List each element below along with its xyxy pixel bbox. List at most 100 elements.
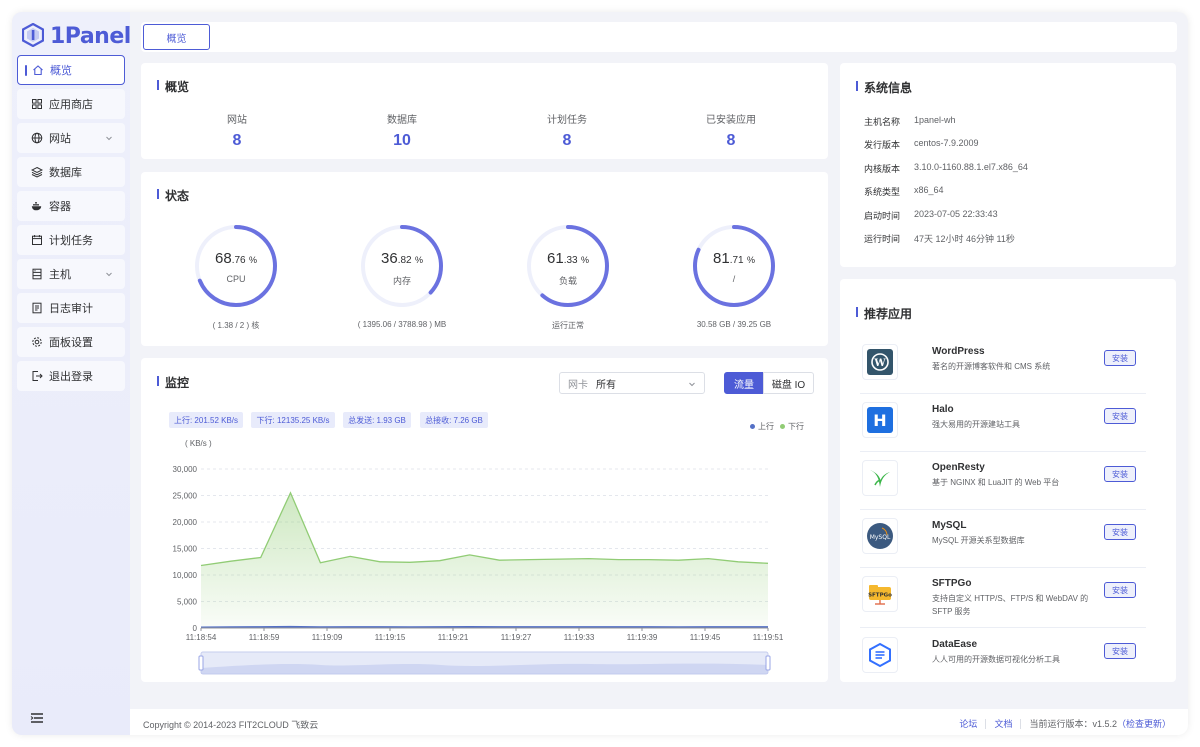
install-button[interactable]: 安装 (1104, 643, 1136, 659)
x-tick-label: 11:19:39 (627, 633, 658, 642)
log-icon (31, 302, 43, 314)
sidebar-item-label: 退出登录 (49, 371, 93, 383)
gauge-name: CPU (226, 274, 246, 284)
sysinfo-row-distro: 发行版本 centos-7.9.2009 (864, 138, 979, 151)
overview-installed-apps[interactable]: 已安装应用 8 (651, 111, 811, 150)
sidebar-item-cron[interactable]: 计划任务 (17, 225, 125, 255)
app-desc: 基于 NGINX 和 LuaJIT 的 Web 平台 (932, 478, 1060, 487)
sidebar-item-container[interactable]: 容器 (17, 191, 125, 221)
sftpgo-icon: SFTPGo (862, 576, 898, 612)
menu-collapse-icon[interactable] (30, 712, 44, 727)
logout-icon (31, 370, 43, 382)
sidebar-item-panel-settings[interactable]: 面板设置 (17, 327, 125, 357)
sidebar-item-label: 计划任务 (49, 235, 93, 247)
sysinfo-value: 47天 12小时 46分钟 11秒 (914, 234, 1015, 244)
install-button[interactable]: 安装 (1104, 524, 1136, 540)
sidebar-item-database[interactable]: 数据库 (17, 157, 125, 187)
app-name: DataEase (932, 639, 978, 650)
overview-label: 数据库 (387, 115, 417, 126)
sysinfo-value: 2023-07-05 22:33:43 (914, 209, 998, 219)
halo-icon: H (862, 402, 898, 438)
app-name: MySQL (932, 520, 967, 531)
install-button[interactable]: 安装 (1104, 582, 1136, 598)
app-wordpress[interactable]: W WordPress 著名的开源博客软件和 CMS 系统 安装 (860, 336, 1146, 394)
footer-divider (985, 718, 987, 729)
footer: Copyright © 2014-2023 FIT2CLOUD 飞致云 论坛 文… (130, 709, 1188, 735)
zoom-handle-left (198, 655, 204, 671)
sidebar-item-logout[interactable]: 退出登录 (17, 361, 125, 391)
overview-cron-jobs[interactable]: 计划任务 8 (487, 111, 647, 150)
gauge-value: 81.71 % (713, 250, 755, 267)
x-tick-label: 11:19:15 (375, 633, 406, 642)
x-tick-label: 11:19:45 (690, 633, 721, 642)
sysinfo-value: 1panel-wh (914, 115, 956, 125)
app-mysql[interactable]: MySQL MySQL MySQL 开源关系型数据库 安装 (860, 510, 1146, 568)
install-button[interactable]: 安装 (1104, 466, 1136, 482)
install-button[interactable]: 安装 (1104, 350, 1136, 366)
sysinfo-value: 3.10.0-1160.88.1.el7.x86_64 (914, 162, 1028, 172)
sidebar-item-overview[interactable]: 概览 (17, 55, 125, 85)
sysinfo-key: 内核版本 (864, 164, 901, 174)
app-openresty[interactable]: OpenResty 基于 NGINX 和 LuaJIT 的 Web 平台 安装 (860, 452, 1146, 510)
sysinfo-key: 发行版本 (864, 140, 901, 150)
forum-link[interactable]: 论坛 (959, 717, 977, 730)
overview-card: 概览 网站 8 数据库 10 计划任务 8 已安装应用 8 (141, 63, 828, 159)
svg-text:W: W (873, 358, 886, 369)
apps-card: 推荐应用 W WordPress 著名的开源博客软件和 CMS 系统 安装 H … (840, 279, 1176, 682)
install-button[interactable]: 安装 (1104, 408, 1136, 424)
gauge-detail: ( 1.38 / 2 ) 核 (212, 321, 260, 330)
overview-databases[interactable]: 数据库 10 (322, 111, 482, 150)
app-halo[interactable]: H Halo 强大易用的开源建站工具 安装 (860, 394, 1146, 452)
app-sftpgo[interactable]: SFTPGo SFTPGo 支持自定义 HTTP/S、FTP/S 和 WebDA… (860, 568, 1146, 628)
dataease-icon (862, 637, 898, 673)
series-line-upload (200, 625, 768, 628)
x-tick-label: 11:19:21 (438, 633, 469, 642)
sidebar-item-host[interactable]: 主机 (17, 259, 125, 289)
sidebar-item-label: 概览 (50, 65, 72, 77)
overview-label: 已安装应用 (706, 115, 756, 126)
app-name: Halo (932, 404, 954, 415)
sysinfo-row-boot-time: 启动时间 2023-07-05 22:33:43 (864, 209, 998, 222)
gauge-detail: 30.58 GB / 39.25 GB (696, 320, 772, 329)
sysinfo-row-arch: 系统类型 x86_64 (864, 185, 944, 198)
gauge-value: 36.82 % (381, 250, 423, 267)
overview-label: 网站 (227, 115, 247, 126)
tab-bar: 概览 (141, 22, 1177, 52)
footer-links: 论坛 文档 当前运行版本：v1.5.2 （检查更新） (959, 717, 1171, 730)
x-tick-label: 11:19:27 (501, 633, 532, 642)
sysinfo-key: 主机名称 (864, 117, 901, 127)
openresty-icon (862, 460, 898, 496)
y-tick-label: 30,000 (173, 465, 198, 474)
wordpress-icon: W (862, 344, 898, 380)
sidebar-item-website[interactable]: 网站 (17, 123, 125, 153)
overview-value: 8 (232, 132, 242, 149)
apps-title: 推荐应用 (856, 305, 912, 322)
svg-text:H: H (873, 411, 886, 430)
sidebar-item-label: 主机 (49, 269, 71, 281)
sidebar-item-label: 应用商店 (49, 99, 93, 111)
sidebar-item-log-audit[interactable]: 日志审计 (17, 293, 125, 323)
sysinfo-key: 运行时间 (864, 234, 901, 244)
y-tick-label: 25,000 (173, 492, 198, 501)
app-name: WordPress (932, 346, 985, 357)
logo[interactable]: 1Panel (21, 18, 131, 54)
overview-websites[interactable]: 网站 8 (157, 111, 317, 150)
copyright: Copyright © 2014-2023 FIT2CLOUD 飞致云 (143, 720, 319, 730)
app-desc: 支持自定义 HTTP/S、FTP/S 和 WebDAV 的 SFTP 服务 (932, 594, 1089, 616)
gauge-detail: ( 1395.06 / 3788.98 ) MB (357, 320, 447, 329)
check-update-link[interactable]: （检查更新） (1117, 717, 1171, 730)
logo-icon (21, 22, 45, 50)
grid-icon (31, 98, 43, 110)
app-dataease[interactable]: DataEase 人人可用的开源数据可视化分析工具 安装 (860, 629, 1146, 687)
sysinfo-value: centos-7.9.2009 (914, 138, 979, 148)
sidebar-item-label: 网站 (49, 133, 71, 145)
chevron-down-icon (105, 269, 113, 277)
docs-link[interactable]: 文档 (994, 717, 1012, 730)
sidebar-item-app-store[interactable]: 应用商店 (17, 89, 125, 119)
sysinfo-card: 系统信息 主机名称 1panel-wh 发行版本 centos-7.9.2009… (840, 63, 1176, 267)
sysinfo-row-kernel: 内核版本 3.10.0-1160.88.1.el7.x86_64 (864, 162, 1028, 175)
gauge-value: 68.76 % (215, 250, 257, 267)
svg-text:MySQL: MySQL (870, 534, 891, 541)
tab-overview[interactable]: 概览 (143, 24, 210, 50)
sysinfo-key: 启动时间 (864, 211, 901, 221)
